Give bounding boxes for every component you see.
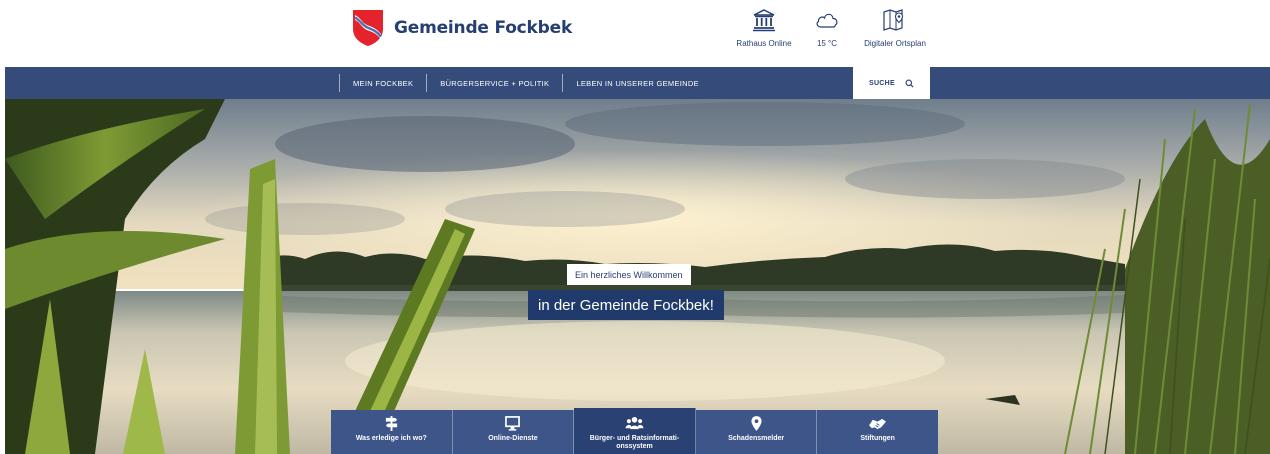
handshake-icon: [869, 418, 887, 430]
temperature-label: 15 °C: [816, 39, 838, 48]
coat-of-arms-icon: [353, 10, 383, 46]
hero-kicker: Ein herzliches Willkommen: [567, 264, 691, 285]
service-label: Schadensmelder: [728, 435, 785, 442]
service-ratsinformationssystem[interactable]: Bürger- und Ratsinformati-onssystem: [574, 408, 696, 454]
weather-widget[interactable]: 15 °C: [809, 8, 845, 48]
service-schadensmelder[interactable]: Schadensmelder: [696, 410, 818, 454]
nav-items: MEIN FOCKBEK BÜRGERSERVICE + POLITIK LEB…: [339, 67, 712, 99]
main-navigation: MEIN FOCKBEK BÜRGERSERVICE + POLITIK LEB…: [5, 67, 1270, 99]
users-icon: [625, 416, 644, 430]
service-label: Stiftungen: [860, 435, 895, 442]
hero-headline: in der Gemeinde Fockbek!: [528, 290, 724, 320]
service-online-dienste[interactable]: Online-Dienste: [453, 410, 575, 454]
service-stiftungen[interactable]: Stiftungen: [817, 410, 938, 454]
service-bar: Was erledige ich wo? Online-Dienste Bürg…: [331, 408, 938, 454]
rathaus-online-label: Rathaus Online: [736, 39, 792, 48]
town-hall-icon: [753, 9, 775, 32]
digital-map-label: Digitaler Ortsplan: [864, 39, 926, 48]
site-logo[interactable]: Gemeinde Fockbek: [352, 9, 572, 47]
rathaus-online-link[interactable]: Rathaus Online: [732, 8, 796, 48]
cloud-icon: [816, 13, 838, 28]
nav-item-mein-fockbek[interactable]: MEIN FOCKBEK: [339, 74, 426, 92]
signpost-icon: [385, 416, 397, 431]
service-label: Bürger- und Ratsinformati-onssystem: [589, 435, 680, 450]
site-title: Gemeinde Fockbek: [394, 18, 573, 38]
nav-item-buergerservice-politik[interactable]: BÜRGERSERVICE + POLITIK: [426, 74, 562, 92]
nav-item-leben-in-unserer-gemeinde[interactable]: LEBEN IN UNSERER GEMEINDE: [562, 74, 712, 92]
search-label: SUCHE: [868, 79, 895, 87]
map-marker-icon: [751, 416, 762, 431]
hero-banner: Ein herzliches Willkommen in der Gemeind…: [5, 99, 1270, 454]
search-icon: [905, 79, 914, 88]
site-header: Gemeinde Fockbek Rathaus Online 15 °C Di…: [0, 0, 1270, 66]
monitor-icon: [505, 416, 521, 431]
service-label: Was erledige ich wo?: [355, 435, 427, 442]
service-was-erledige-ich-wo[interactable]: Was erledige ich wo?: [331, 410, 453, 454]
search-button[interactable]: SUCHE: [853, 67, 930, 99]
service-label: Online-Dienste: [488, 435, 538, 442]
digital-map-link[interactable]: Digitaler Ortsplan: [856, 8, 934, 48]
map-icon: [883, 9, 904, 31]
